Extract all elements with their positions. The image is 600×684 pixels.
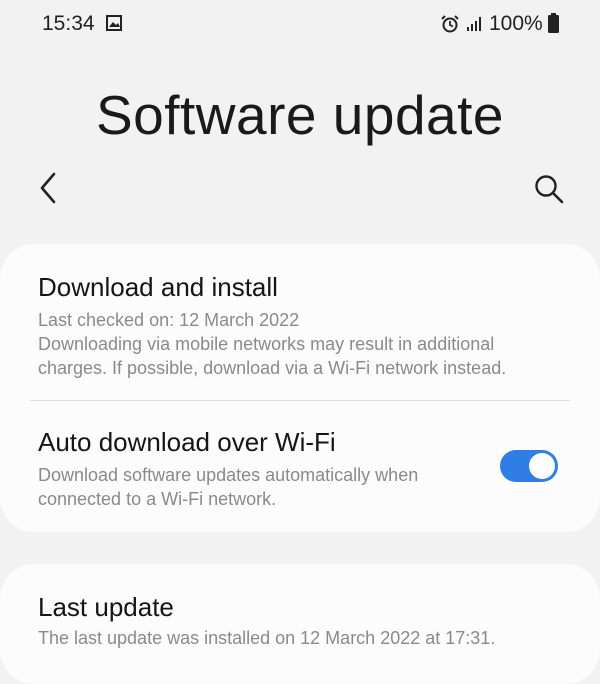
auto-download-title: Auto download over Wi-Fi — [38, 427, 336, 457]
toggle-knob — [529, 453, 555, 479]
last-checked-text: Last checked on: 12 March 2022 — [38, 310, 300, 330]
last-update-title: Last update — [38, 592, 174, 622]
last-update-card[interactable]: Last update The last update was installe… — [0, 564, 600, 684]
page-title: Software update — [95, 84, 505, 146]
download-install-title: Download and install — [38, 272, 278, 302]
mobile-network-note-line1: Downloading via mobile networks may resu… — [38, 334, 495, 354]
alarm-icon — [441, 15, 459, 33]
gallery-icon — [106, 15, 122, 31]
search-icon — [535, 175, 564, 204]
back-button[interactable] — [32, 168, 68, 208]
update-settings-card: Download and install Last checked on: 12… — [0, 244, 600, 532]
last-update-desc: The last update was installed on 12 Marc… — [38, 628, 496, 648]
auto-download-toggle[interactable] — [500, 450, 558, 482]
auto-download-desc-line2: connected to a Wi-Fi network. — [38, 489, 277, 509]
chevron-left-icon — [40, 172, 56, 204]
battery-icon — [548, 13, 559, 33]
status-bar: 15:34 100% — [0, 0, 600, 52]
search-button[interactable] — [530, 170, 568, 208]
status-time: 15:34 — [42, 12, 95, 35]
signal-icon — [467, 17, 481, 31]
auto-download-desc-line1: Download software updates automatically … — [38, 465, 419, 485]
battery-percentage: 100% — [489, 12, 543, 35]
mobile-network-note-line2: charges. If possible, download via a Wi-… — [38, 358, 507, 378]
download-install-row[interactable]: Download and install Last checked on: 12… — [0, 244, 600, 400]
